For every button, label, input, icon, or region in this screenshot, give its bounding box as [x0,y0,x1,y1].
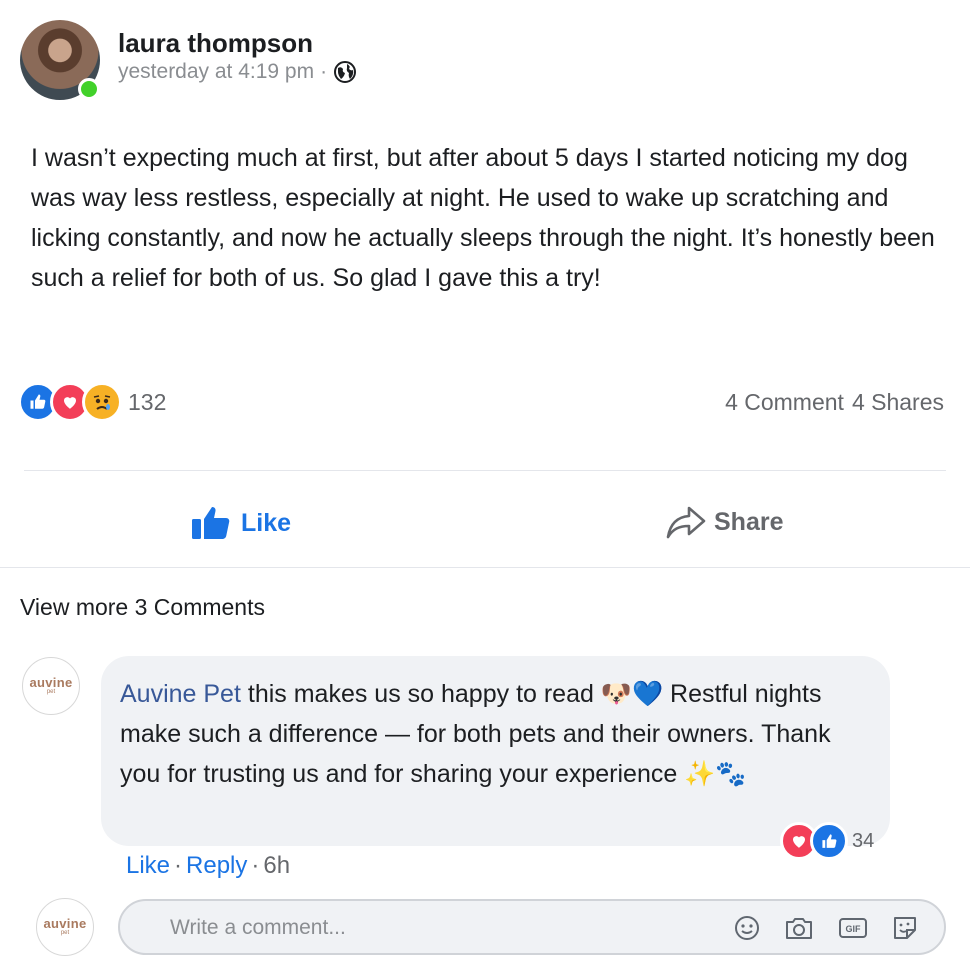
comment-body: Auvine Pet this makes us so happy to rea… [120,674,860,794]
online-status-dot [78,78,100,100]
post-text: I wasn’t expecting much at first, but af… [31,144,935,292]
gif-icon[interactable]: GIF [838,913,868,943]
brand-logo-subtext: pet [60,930,70,936]
post-stats: 4 Comment 4 Shares [725,389,944,416]
like-button-label: Like [241,508,292,537]
share-arrow-icon [666,506,706,539]
comment-composer[interactable]: GIF [118,899,946,955]
globe-icon [334,61,357,83]
camera-icon[interactable] [784,913,814,943]
reaction-count: 132 [128,388,167,415]
reaction-summary[interactable]: 132 [18,382,166,422]
svg-text:GIF: GIF [846,924,862,934]
sad-icon [82,382,122,422]
comment-reaction-count: 34 [852,829,875,852]
comment-time[interactable]: 6h [263,852,290,880]
action-separator: · [251,852,260,879]
view-more-comments-link[interactable]: View more 3 Comments [20,594,265,621]
thumbs-up-icon [192,507,230,539]
composer-avatar: auvine pet [36,898,94,956]
brand-logo-text: auvine [43,916,87,931]
comment-count-link[interactable]: 4 Comment [725,389,844,416]
share-count-link[interactable]: 4 Shares [852,389,944,416]
divider [0,567,970,568]
comment-like-link[interactable]: Like [126,852,170,880]
brand-logo-text: auvine [29,675,73,690]
comment-reaction-summary[interactable]: 34 [780,822,874,860]
share-button-label: Share [714,507,784,536]
action-separator: · [174,852,183,879]
comment-actions: Like · Reply · 6h [126,852,290,880]
sticker-icon[interactable] [890,913,920,943]
like-button[interactable]: Like [191,505,291,541]
comment-reply-link[interactable]: Reply [186,852,247,880]
share-button[interactable]: Share [666,505,783,539]
emoji-icon[interactable] [732,913,762,943]
like-icon [810,822,848,860]
divider [24,470,946,471]
post-author-name[interactable]: laura thompson [118,28,313,59]
commenter-avatar[interactable]: auvine pet [22,657,80,715]
meta-separator: · [320,60,328,83]
comment-author-name[interactable]: Auvine Pet [120,680,241,708]
post-meta: yesterday at 4:19 pm · [118,60,357,84]
comment-input[interactable] [168,909,712,947]
post-timestamp[interactable]: yesterday at 4:19 pm [118,60,314,84]
brand-logo-subtext: pet [46,689,56,695]
